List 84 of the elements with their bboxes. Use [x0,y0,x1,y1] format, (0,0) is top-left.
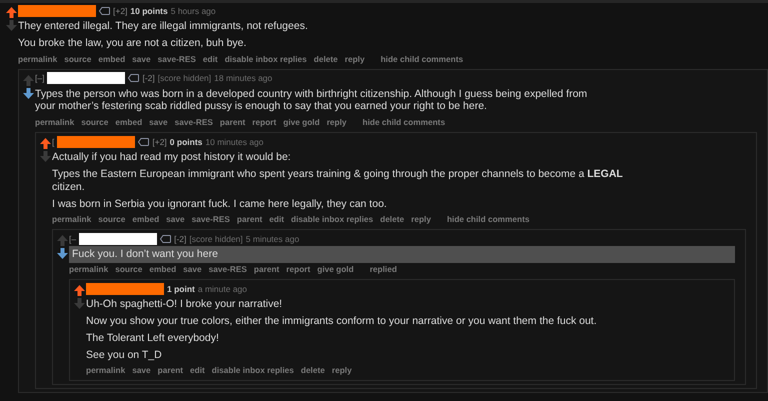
score-hidden-label: [score hidden] [189,234,243,244]
comment-action-link[interactable]: replied [370,264,397,274]
comment-action-link[interactable]: save [132,365,151,376]
comment-action-link[interactable]: save [183,264,202,274]
comment-action-link[interactable]: report [252,117,276,128]
comment-action-link[interactable]: source [81,117,108,128]
comment-score: 0 points [170,136,202,147]
comment-action-link[interactable]: save-RES [158,54,196,64]
comment-action-link[interactable]: delete [380,214,404,224]
tag-icon [99,6,110,14]
comment-action-link[interactable]: permalink [86,365,126,376]
comment-text: You broke the law, you are not a citizen, buh bye. [18,36,248,50]
comment-action-link[interactable]: delete [300,365,325,376]
comment-action-link[interactable]: edit [269,214,284,224]
comment-action-link[interactable]: source [64,54,92,64]
upvote-icon[interactable] [74,285,84,296]
comment-action-link[interactable]: parent [254,264,280,274]
comment-action-link[interactable]: source [115,264,142,274]
comment-time: 5 minutes ago [246,234,300,244]
collapse-toggle[interactable]: [– [69,234,76,244]
vote-weight: [-2] [142,73,155,84]
comment-action-link[interactable]: embed [98,54,126,64]
comment-action-link[interactable]: save [132,54,151,64]
comment-text: Types the person who was born in a developed country with birthright citizenship. Although I guess being expelled from your mother’s festering scab riddled pussy is enough to say that you earned your right to be here. [35,88,588,114]
tag-icon [138,138,150,146]
tag-icon [160,234,172,243]
comment-action-link[interactable]: disable inbox replies [224,54,307,64]
comment-text: I was born in Serbia you ignorant fuck. I came here legally, they can too. [52,198,388,210]
comment-action-link[interactable]: give gold [317,264,354,274]
comment-action-link[interactable]: permalink [18,54,58,64]
comment-action-link[interactable]: reply [344,54,365,64]
comment-action-link[interactable]: disable inbox replies [291,214,374,224]
comment-action-link[interactable]: reply [411,214,431,224]
comment-action-link[interactable]: save [166,214,185,224]
comment-time: 5 hours ago [170,6,216,16]
comment-action-link[interactable]: hide child comments [446,214,530,224]
collapse-toggle[interactable]: [–] [35,73,44,84]
tag-icon [128,74,140,82]
comment-text: Fuck you. I don’t want you here [72,248,219,262]
comment-action-link[interactable]: permalink [52,214,92,224]
comment-action-link[interactable]: reply [332,365,352,376]
comment-action-link[interactable]: reply [326,117,347,128]
comment-text: The Tolerant Left everybody! [86,332,220,345]
comment-action-link[interactable]: edit [190,365,205,376]
comment-text: Now you show your true colors, either the immigrants conform to your narrative or you want them the fuck out. [86,314,598,328]
comment-action-link[interactable]: save-RES [192,214,230,224]
comment-action-link[interactable]: source [98,214,126,224]
comment-action-link[interactable]: edit [202,54,218,64]
comment-action-link[interactable]: hide child comments [380,54,464,64]
comment-action-link[interactable]: parent [158,365,184,376]
comment-text: They entered illegal. They are illegal immigrants, not refugees. [18,20,309,33]
comment-action-link[interactable]: embed [132,214,160,224]
upvote-icon[interactable] [6,7,16,18]
comment-action-link[interactable]: save-RES [208,264,247,274]
comment-time: 18 minutes ago [214,73,272,84]
downvote-icon[interactable] [22,88,34,99]
comment-action-link[interactable]: hide child comments [362,117,446,128]
comment-action-link[interactable]: embed [149,264,176,274]
comment-text: Actually if you had read my post history it would be: [52,151,292,164]
comment-action-link[interactable]: permalink [35,117,74,128]
downvote-icon[interactable] [56,248,68,260]
comment-action-link[interactable]: parent [236,214,262,224]
vote-weight: [+2] [113,6,128,16]
vote-weight: [+2] [152,136,167,147]
comment-action-link[interactable]: parent [220,117,246,128]
collapse-toggle[interactable]: [ [52,136,54,147]
comment-time: 10 minutes ago [205,136,264,147]
comment-action-link[interactable]: delete [314,54,338,64]
comment-text: Types the Eastern European immigrant who spent years training & going through the proper channels to become a LEGAL citizen. [52,168,624,194]
comment-action-link[interactable]: permalink [69,264,108,274]
comment-action-link[interactable]: save-RES [174,117,213,128]
vote-weight: [-2] [174,234,186,244]
comment-score: 1 point [167,284,195,294]
comment-action-link[interactable]: disable inbox replies [212,365,294,376]
upvote-icon[interactable] [40,138,50,150]
comment-text: Uh-Oh spaghetti-O! I broke your narrative! [86,298,284,311]
comment-text: See you on T_D [86,348,163,362]
comment-action-link[interactable]: give gold [283,117,320,128]
comment-score: 10 points [130,6,168,16]
comment-action-link[interactable]: embed [115,117,142,128]
comment-action-link[interactable]: save [149,117,168,128]
score-hidden-label: [score hidden] [158,73,212,84]
comment-action-link[interactable]: report [286,264,310,274]
comment-time: a minute ago [198,284,248,294]
